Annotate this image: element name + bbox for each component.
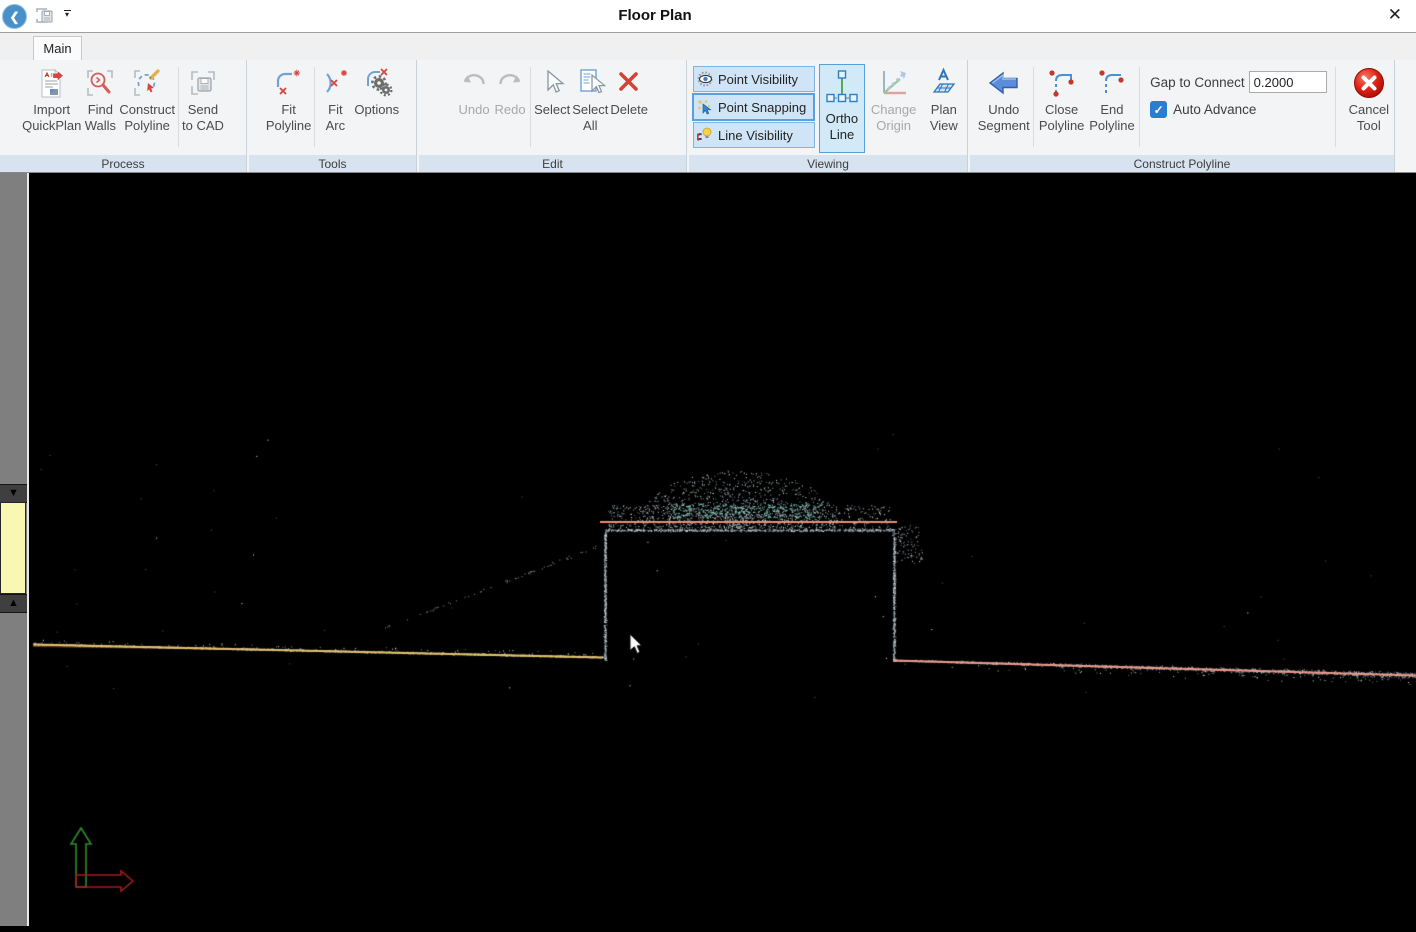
group-caption-viewing: Viewing [689, 155, 967, 172]
point-snapping-toggle[interactable]: Point Snapping [692, 93, 815, 121]
change-origin-button[interactable]: Change Origin [867, 63, 921, 135]
undo-button[interactable]: Undo [456, 63, 492, 119]
fit-polyline-icon [272, 64, 306, 102]
redo-button[interactable]: Redo [492, 63, 528, 119]
fit-polyline-button[interactable]: Fit Polyline [265, 63, 313, 135]
end-polyline-button[interactable]: End Polyline [1087, 63, 1137, 135]
separator [1335, 67, 1336, 147]
application-window: ❮ ▾ Floor Plan ✕ Main [0, 0, 1416, 932]
separator [530, 67, 531, 147]
undo-segment-button[interactable]: Undo Segment [976, 63, 1031, 135]
select-cursor-icon [535, 64, 569, 102]
cancel-tool-icon [1351, 64, 1387, 102]
point-cloud-canvas[interactable] [0, 173, 1416, 932]
tab-main[interactable]: Main [33, 36, 82, 60]
title-bar: ❮ ▾ Floor Plan ✕ [0, 0, 1416, 33]
ribbon: Import QuickPlan Find Walls [0, 60, 1416, 172]
separator [1033, 67, 1034, 147]
quick-access-caret-icon[interactable]: ▾ [62, 10, 72, 18]
group-construct-polyline: Undo Segment Close P [970, 60, 1395, 172]
save-icon[interactable] [35, 7, 54, 24]
group-caption-construct-polyline: Construct Polyline [970, 155, 1394, 172]
gap-to-connect-input[interactable] [1249, 71, 1327, 93]
separator [1139, 67, 1140, 147]
change-origin-icon [876, 64, 912, 102]
auto-advance-checkbox[interactable]: ✓ [1150, 101, 1167, 118]
group-viewing: Point Visibility Point Sn [689, 60, 968, 172]
end-polyline-icon [1095, 64, 1129, 102]
options-button[interactable]: Options [353, 63, 400, 119]
checkmark-icon: ✓ [1154, 103, 1164, 117]
cancel-tool-button[interactable]: Cancel Tool [1344, 63, 1394, 135]
window-title: Floor Plan [618, 7, 691, 24]
ortho-line-icon [823, 65, 861, 111]
delete-icon [612, 64, 646, 102]
point-visibility-icon [697, 71, 714, 87]
auto-advance-label: Auto Advance [1173, 102, 1256, 117]
import-quickplan-button[interactable]: Import QuickPlan [21, 63, 82, 135]
scroll-down-button[interactable]: ▼ [0, 484, 27, 503]
fit-arc-icon [318, 64, 352, 102]
close-icon[interactable]: ✕ [1384, 5, 1406, 25]
plan-view-icon [926, 64, 962, 102]
plan-view-button[interactable]: Plan View [921, 63, 967, 135]
point-cloud-viewport[interactable]: ▼ ▲ [0, 172, 1416, 932]
select-button[interactable]: Select [533, 63, 571, 119]
select-all-button[interactable]: Select All [571, 63, 609, 135]
select-all-icon [573, 64, 607, 102]
back-chevron-icon: ❮ [9, 10, 19, 24]
scrollbar-thumb[interactable] [0, 502, 26, 594]
group-edit: Undo Redo [419, 60, 687, 172]
delete-button[interactable]: Delete [609, 63, 649, 119]
undo-segment-icon [986, 64, 1022, 102]
send-to-cad-icon [186, 64, 220, 102]
redo-icon [493, 64, 527, 102]
ortho-line-toggle[interactable]: Ortho Line [819, 64, 864, 153]
back-button[interactable]: ❮ [2, 4, 27, 29]
find-walls-button[interactable]: Find Walls [82, 63, 118, 135]
construct-polyline-icon [130, 64, 164, 102]
ribbon-tab-strip: Main [0, 33, 1416, 60]
group-tools: Fit Polyline Fit Arc [249, 60, 417, 172]
elevation-scrollbar: ▼ ▲ [0, 173, 29, 926]
scroll-up-button[interactable]: ▲ [0, 594, 27, 613]
group-caption-edit: Edit [419, 155, 686, 172]
separator [178, 67, 179, 147]
import-quickplan-icon [35, 64, 69, 102]
fit-arc-button[interactable]: Fit Arc [317, 63, 353, 135]
close-polyline-icon [1045, 64, 1079, 102]
auto-advance-row[interactable]: ✓ Auto Advance [1150, 101, 1327, 118]
scroll-up-icon: ▲ [8, 598, 19, 609]
point-visibility-toggle[interactable]: Point Visibility [693, 66, 815, 92]
separator [314, 67, 315, 147]
group-process: Import QuickPlan Find Walls [0, 60, 247, 172]
send-to-cad-button[interactable]: Send to CAD [181, 63, 225, 135]
close-polyline-button[interactable]: Close Polyline [1036, 63, 1086, 135]
scroll-down-icon: ▼ [8, 488, 19, 499]
group-caption-tools: Tools [249, 155, 416, 172]
construct-polyline-button[interactable]: Construct Polyline [118, 63, 176, 135]
group-caption-process: Process [0, 155, 246, 172]
options-icon [359, 64, 395, 102]
point-snapping-icon [697, 99, 714, 115]
line-visibility-icon [697, 127, 714, 143]
undo-icon [457, 64, 491, 102]
find-walls-icon [83, 64, 117, 102]
gap-to-connect-label: Gap to Connect [1150, 75, 1245, 90]
line-visibility-toggle[interactable]: Line Visibility [693, 122, 815, 148]
